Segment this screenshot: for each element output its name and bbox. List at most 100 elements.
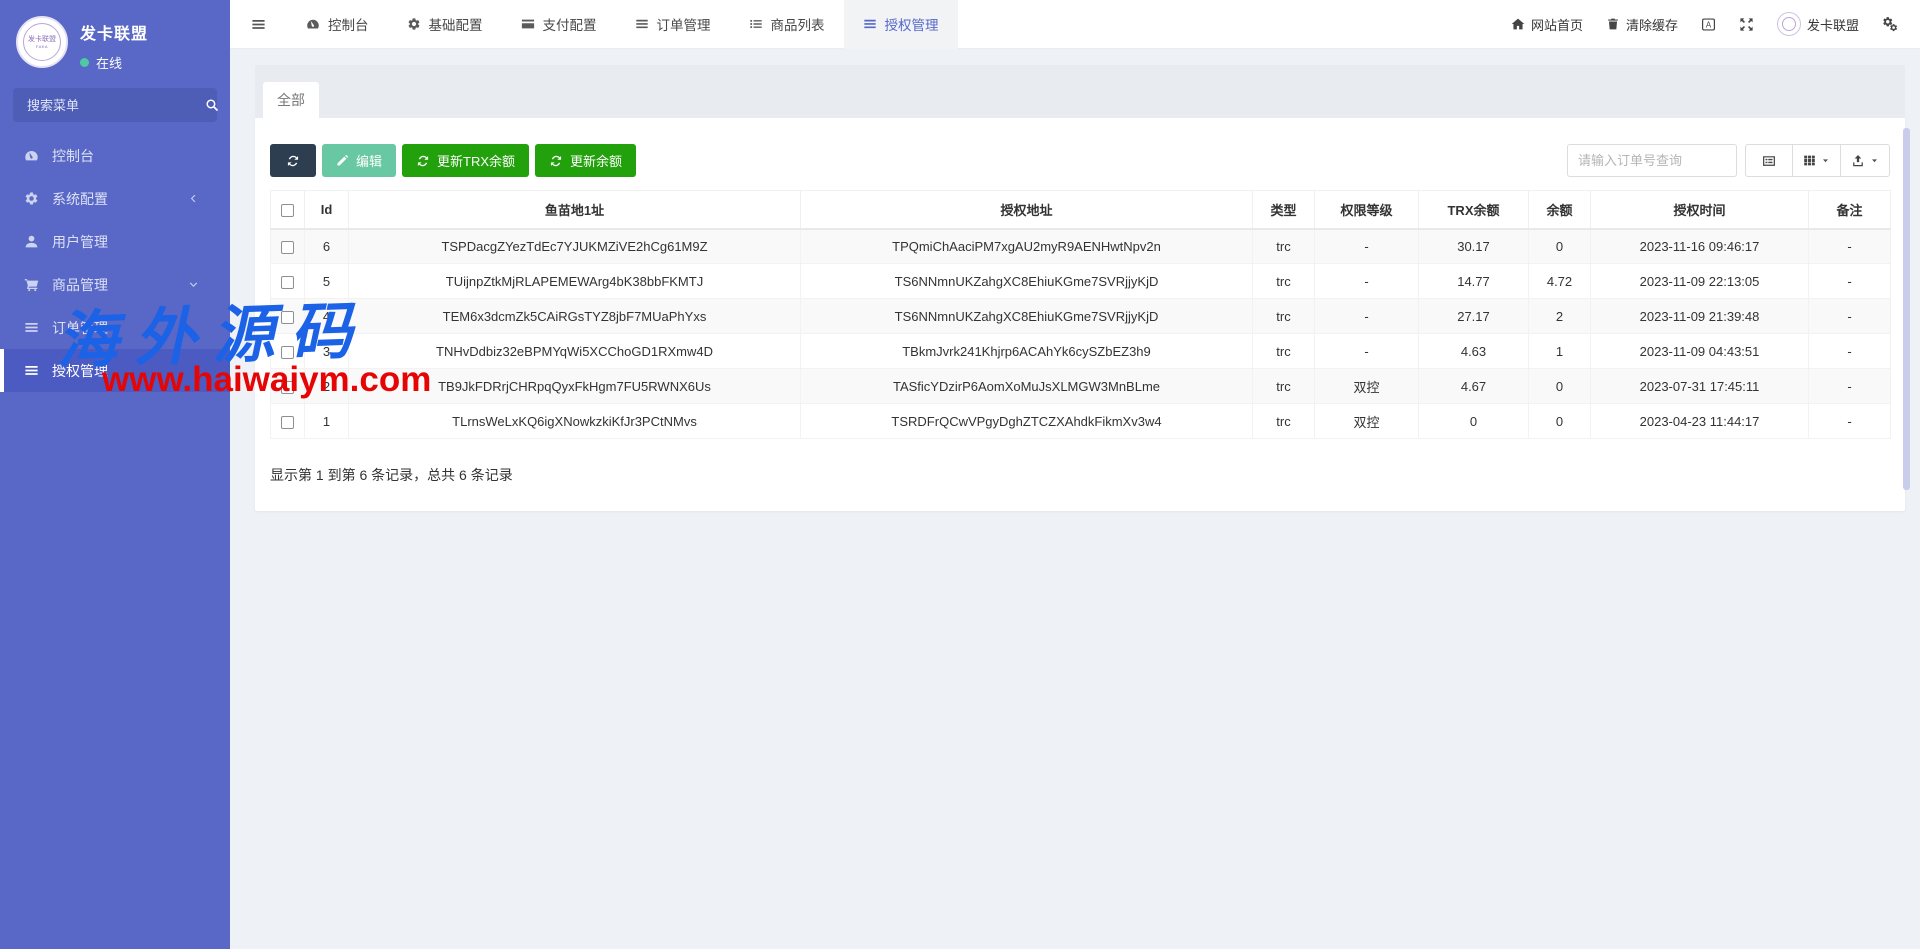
refresh-button[interactable] xyxy=(270,144,316,177)
topbar-tab-orders[interactable]: 订单管理 xyxy=(616,0,730,49)
trash-icon xyxy=(1606,17,1620,31)
clear-cache-button[interactable]: 清除缓存 xyxy=(1606,15,1678,34)
cell-balance: 0 xyxy=(1529,369,1591,404)
row-checkbox[interactable] xyxy=(281,346,294,359)
select-all-checkbox[interactable] xyxy=(281,204,294,217)
columns-button[interactable] xyxy=(1792,144,1841,177)
cell-balance: 4.72 xyxy=(1529,264,1591,299)
topbar-tab-authorization[interactable]: 授权管理 xyxy=(844,0,958,49)
site-home-link[interactable]: 网站首页 xyxy=(1511,15,1583,34)
cell-type: trc xyxy=(1253,404,1315,439)
main-content: 全部 编辑 更新TRX余额 更新余额 xyxy=(230,49,1920,949)
tab-all[interactable]: 全部 xyxy=(263,82,319,118)
cell-auth-time: 2023-11-16 09:46:17 xyxy=(1591,229,1809,264)
row-checkbox[interactable] xyxy=(281,241,294,254)
username: 发卡联盟 xyxy=(1807,15,1859,34)
authorization-panel: 全部 编辑 更新TRX余额 更新余额 xyxy=(255,65,1905,511)
sidebar-item-products[interactable]: 商品管理 xyxy=(0,263,230,306)
cell-fry-address: TNHvDdbiz32eBPMYqWi5XCChoGD1RXmw4D xyxy=(349,334,801,369)
user-icon xyxy=(24,234,39,249)
gear-icon xyxy=(407,17,421,31)
topbar-tab-product-list[interactable]: 商品列表 xyxy=(730,0,844,49)
cell-auth-address: TSRDFrQCwVPgyDghZTCZXAhdkFikmXv3w4 xyxy=(801,404,1253,439)
row-checkbox[interactable] xyxy=(281,276,294,289)
cell-auth-time: 2023-07-31 17:45:11 xyxy=(1591,369,1809,404)
col-id: Id xyxy=(305,191,349,229)
sidebar-search-input[interactable] xyxy=(25,97,205,114)
sidebar-item-authorization[interactable]: 授权管理 xyxy=(0,349,230,392)
cell-fry-address: TSPDacgZYezTdEc7YJUKMZiVE2hCg61M9Z xyxy=(349,229,801,264)
fullscreen-icon xyxy=(1739,17,1754,32)
sidebar-search xyxy=(13,88,217,122)
detail-view-icon xyxy=(1762,154,1776,168)
cell-permission-level: - xyxy=(1315,299,1419,334)
caret-down-icon xyxy=(1870,156,1879,165)
cell-trx-balance: 4.67 xyxy=(1419,369,1529,404)
row-checkbox[interactable] xyxy=(281,311,294,324)
grid-icon xyxy=(1803,154,1816,167)
table-row: 1 TLrnsWeLxKQ6igXNowkzkiKfJr3PCtNMvs TSR… xyxy=(271,404,1891,439)
col-auth-address: 授权地址 xyxy=(801,191,1253,229)
update-balance-button[interactable]: 更新余额 xyxy=(535,144,636,177)
authorization-table: Id 鱼苗地1址 授权地址 类型 权限等级 TRX余额 余额 授权时间 备注 xyxy=(270,190,1891,439)
list-icon xyxy=(863,17,877,31)
cell-balance: 1 xyxy=(1529,334,1591,369)
chevron-down-icon xyxy=(188,279,199,290)
update-trx-balance-button[interactable]: 更新TRX余额 xyxy=(402,144,529,177)
order-search-input[interactable] xyxy=(1567,144,1737,177)
cell-id: 2 xyxy=(305,369,349,404)
chevron-left-icon xyxy=(188,193,199,204)
topbar: 控制台 基础配置 支付配置 订单管理 商品列表 授权管理 网站首页 清除缓存 xyxy=(230,0,1920,49)
col-balance: 余额 xyxy=(1529,191,1591,229)
sidebar-item-dashboard[interactable]: 控制台 xyxy=(0,134,230,177)
export-button[interactable] xyxy=(1840,144,1890,177)
cell-type: trc xyxy=(1253,264,1315,299)
col-select xyxy=(271,191,305,229)
scrollbar-thumb[interactable] xyxy=(1903,128,1910,490)
topbar-tab-payment-config[interactable]: 支付配置 xyxy=(502,0,616,49)
panel-body: 编辑 更新TRX余额 更新余额 xyxy=(255,118,1905,511)
table-view-buttons xyxy=(1745,144,1890,177)
topbar-tab-dashboard[interactable]: 控制台 xyxy=(287,0,388,49)
cell-permission-level: - xyxy=(1315,229,1419,264)
table-row: 2 TB9JkFDRrjCHRpqQyxFkHgm7FU5RWNX6Us TAS… xyxy=(271,369,1891,404)
list-icon xyxy=(24,320,39,335)
edit-button[interactable]: 编辑 xyxy=(322,144,396,177)
col-type: 类型 xyxy=(1253,191,1315,229)
topbar-tab-basic-config[interactable]: 基础配置 xyxy=(388,0,502,49)
table-row: 6 TSPDacgZYezTdEc7YJUKMZiVE2hCg61M9Z TPQ… xyxy=(271,229,1891,264)
cell-note: - xyxy=(1809,229,1891,264)
cell-permission-level: 双控 xyxy=(1315,404,1419,439)
settings-button[interactable] xyxy=(1882,16,1898,32)
search-icon xyxy=(205,98,219,112)
topbar-right: 网站首页 清除缓存 发卡联盟 xyxy=(1511,12,1920,36)
cell-trx-balance: 4.63 xyxy=(1419,334,1529,369)
cell-balance: 0 xyxy=(1529,404,1591,439)
cell-note: - xyxy=(1809,334,1891,369)
cell-auth-time: 2023-11-09 22:13:05 xyxy=(1591,264,1809,299)
user-menu[interactable]: 发卡联盟 xyxy=(1777,12,1859,36)
cell-auth-address: TPQmiChAaciPM7xgAU2myR9AENHwtNpv2n xyxy=(801,229,1253,264)
cell-id: 1 xyxy=(305,404,349,439)
hamburger-icon xyxy=(251,17,266,32)
sidebar-header: 发卡联盟 FAKA 发卡联盟 在线 xyxy=(0,0,230,72)
avatar[interactable]: 发卡联盟 FAKA xyxy=(16,16,68,68)
sidebar-item-users[interactable]: 用户管理 xyxy=(0,220,230,263)
cell-note: - xyxy=(1809,264,1891,299)
row-checkbox[interactable] xyxy=(281,381,294,394)
col-auth-time: 授权时间 xyxy=(1591,191,1809,229)
sidebar-item-system-config[interactable]: 系统配置 xyxy=(0,177,230,220)
cell-note: - xyxy=(1809,404,1891,439)
sidebar-item-orders[interactable]: 订单管理 xyxy=(0,306,230,349)
panel-tabs: 全部 xyxy=(255,65,1905,118)
cell-balance: 2 xyxy=(1529,299,1591,334)
row-checkbox[interactable] xyxy=(281,416,294,429)
toggle-detail-view-button[interactable] xyxy=(1745,144,1793,177)
col-trx-balance: TRX余额 xyxy=(1419,191,1529,229)
language-button[interactable] xyxy=(1701,17,1716,32)
sidebar-toggle-button[interactable] xyxy=(230,0,287,49)
fullscreen-button[interactable] xyxy=(1739,17,1754,32)
cell-auth-time: 2023-11-09 04:43:51 xyxy=(1591,334,1809,369)
cell-fry-address: TEM6x3dcmZk5CAiRGsTYZ8jbF7MUaPhYxs xyxy=(349,299,801,334)
cell-id: 3 xyxy=(305,334,349,369)
